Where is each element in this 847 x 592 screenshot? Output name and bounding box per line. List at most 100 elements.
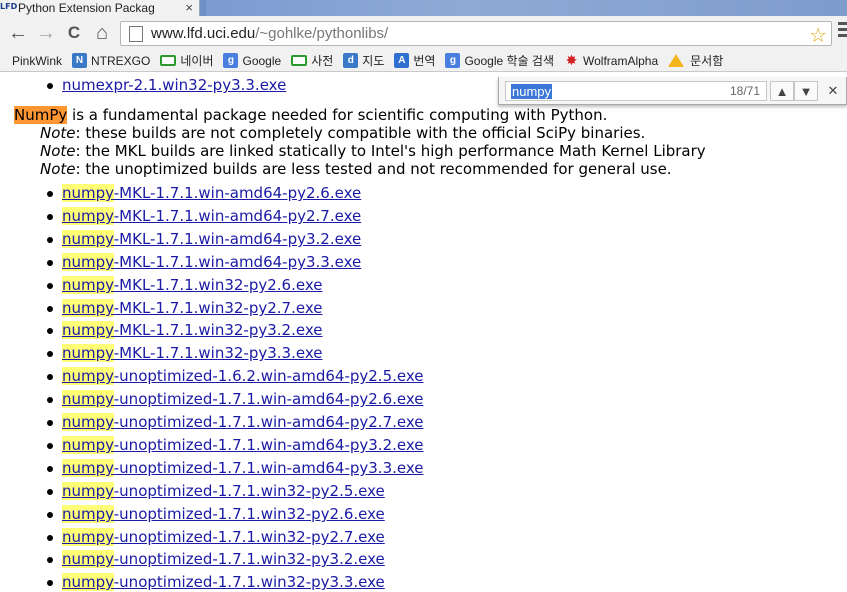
- reload-button[interactable]: C: [60, 19, 88, 47]
- find-bar: numpy 18/71 ▲ ▼ ✕: [498, 77, 847, 105]
- numpy-search-match-active: NumPy: [14, 106, 68, 124]
- bookmark-translate[interactable]: A 번역: [394, 52, 435, 69]
- tab-strip: LFD Python Extension Packag ×: [0, 0, 847, 16]
- url-host: www.lfd.uci.edu: [151, 25, 256, 42]
- download-link-numpy[interactable]: numpy-MKL-1.7.1.win32-py2.7.exe: [62, 299, 322, 317]
- link-filename-rest: -unoptimized-1.7.1.win32-py3.2.exe: [113, 550, 385, 568]
- list-bullet: [47, 489, 53, 495]
- list-bullet: [47, 466, 53, 472]
- note-label: Note: [40, 160, 76, 178]
- link-filename-rest: -MKL-1.7.1.win-amd64-py3.2.exe: [113, 230, 362, 248]
- download-link-numpy[interactable]: numpy-unoptimized-1.7.1.win32-py2.7.exe: [62, 528, 385, 546]
- download-link-numpy[interactable]: numpy-unoptimized-1.7.1.win32-py2.5.exe: [62, 482, 385, 500]
- find-previous-button[interactable]: ▲: [770, 81, 794, 101]
- find-input[interactable]: numpy 18/71: [505, 81, 767, 101]
- url-text[interactable]: www.lfd.uci.edu/~gohlke/pythonlibs/: [151, 25, 388, 42]
- bookmark-ntrexgo[interactable]: N NTREXGO: [72, 53, 150, 68]
- address-bar[interactable]: www.lfd.uci.edu/~gohlke/pythonlibs/ ☆: [120, 21, 832, 48]
- find-next-button[interactable]: ▼: [794, 81, 818, 101]
- link-filename-rest: -unoptimized-1.7.1.win-amd64-py2.6.exe: [113, 390, 424, 408]
- link-filename-rest: -MKL-1.7.1.win-amd64-py3.3.exe: [113, 253, 362, 271]
- forward-button[interactable]: →: [32, 19, 60, 47]
- download-link-numpy[interactable]: numpy-MKL-1.7.1.win32-py2.6.exe: [62, 276, 322, 294]
- download-link-numpy[interactable]: numpy-unoptimized-1.7.1.win32-py3.3.exe: [62, 573, 385, 591]
- list-bullet: [47, 191, 53, 197]
- download-link-numpy[interactable]: numpy-unoptimized-1.6.2.win-amd64-py2.5.…: [62, 367, 424, 385]
- search-match-highlight: numpy: [62, 184, 114, 202]
- download-link-numpy[interactable]: numpy-MKL-1.7.1.win32-py3.3.exe: [62, 344, 322, 362]
- list-bullet: [47, 83, 53, 89]
- search-match-highlight: numpy: [62, 436, 114, 454]
- search-match-highlight: numpy: [62, 344, 114, 362]
- download-link-numexpr[interactable]: numexpr-2.1.win32-py3.3.exe: [62, 76, 286, 94]
- tab-python-extension-packages[interactable]: LFD Python Extension Packag ×: [0, 0, 200, 16]
- bookmark-label: 문서함: [690, 54, 724, 68]
- search-match-highlight: numpy: [62, 367, 114, 385]
- list-bullet: [47, 260, 53, 266]
- note-label: Note: [40, 124, 76, 142]
- search-match-highlight: numpy: [62, 482, 114, 500]
- tab-close-icon[interactable]: ×: [185, 0, 193, 16]
- download-link-numpy[interactable]: numpy-unoptimized-1.7.1.win32-py2.6.exe: [62, 505, 385, 523]
- google-icon: g: [223, 53, 239, 68]
- map-icon: d: [343, 53, 359, 68]
- list-bullet: [47, 328, 53, 334]
- home-button[interactable]: ⌂: [88, 19, 116, 47]
- url-path: /~gohlke/pythonlibs/: [255, 25, 389, 42]
- tab-title: Python Extension Packag: [18, 1, 155, 15]
- back-button[interactable]: ←: [4, 19, 32, 47]
- download-link-numpy[interactable]: numpy-MKL-1.7.1.win-amd64-py2.6.exe: [62, 184, 361, 202]
- link-filename-rest: -unoptimized-1.7.1.win32-py2.5.exe: [113, 482, 385, 500]
- download-link-numpy[interactable]: numpy-unoptimized-1.7.1.win-amd64-py3.3.…: [62, 459, 424, 477]
- page-icon: [129, 25, 143, 42]
- list-bullet: [47, 443, 53, 449]
- link-filename-rest: -unoptimized-1.7.1.win32-py2.6.exe: [113, 505, 385, 523]
- list-bullet: [47, 374, 53, 380]
- note-text: : the MKL builds are linked statically t…: [75, 142, 706, 160]
- bookmark-label: Google: [242, 53, 282, 68]
- link-filename-rest: -MKL-1.7.1.win32-py2.7.exe: [113, 299, 323, 317]
- note-line: Note: the MKL builds are linked statical…: [40, 142, 706, 160]
- dictionary-icon: [291, 55, 308, 66]
- chrome-menu-icon[interactable]: [838, 22, 847, 40]
- download-link-numpy[interactable]: numpy-MKL-1.7.1.win32-py3.2.exe: [62, 321, 322, 339]
- naver-icon: [160, 55, 177, 66]
- bookmark-star-icon[interactable]: ☆: [809, 23, 827, 48]
- list-bullet: [47, 214, 53, 220]
- bookmark-label: 번역: [413, 54, 436, 68]
- download-link-numpy[interactable]: numpy-MKL-1.7.1.win-amd64-py3.3.exe: [62, 253, 361, 271]
- search-match-highlight: numpy: [62, 253, 114, 271]
- note-line: Note: these builds are not completely co…: [40, 124, 645, 142]
- bookmark-label: 네이버: [180, 54, 214, 68]
- find-close-button[interactable]: ✕: [821, 81, 845, 101]
- download-link-numpy[interactable]: numpy-unoptimized-1.7.1.win32-py3.2.exe: [62, 550, 385, 568]
- list-bullet: [47, 535, 53, 541]
- ntrexgo-icon: N: [72, 53, 88, 68]
- bookmark-drive[interactable]: 문서함: [668, 52, 723, 69]
- bookmark-wolframalpha[interactable]: ✸ WolframAlpha: [564, 52, 659, 68]
- download-link-numpy[interactable]: numpy-unoptimized-1.7.1.win-amd64-py3.2.…: [62, 436, 424, 454]
- translate-icon: A: [394, 53, 410, 68]
- bookmark-google[interactable]: g Google: [223, 53, 281, 68]
- list-bullet: [47, 351, 53, 357]
- download-link-numpy[interactable]: numpy-unoptimized-1.7.1.win-amd64-py2.7.…: [62, 413, 424, 431]
- list-bullet: [47, 397, 53, 403]
- list-bullet: [47, 306, 53, 312]
- note-line: Note: the unoptimized builds are less te…: [40, 160, 672, 178]
- numpy-description: NumPy is a fundamental package needed fo…: [14, 106, 607, 124]
- search-match-highlight: numpy: [62, 230, 114, 248]
- search-match-highlight: numpy: [62, 413, 114, 431]
- bookmark-google-scholar[interactable]: g Google 학술 검색: [445, 52, 554, 69]
- link-filename-rest: -unoptimized-1.7.1.win-amd64-py2.7.exe: [113, 413, 424, 431]
- bookmark-map[interactable]: d 지도: [343, 52, 384, 69]
- download-link-numpy[interactable]: numpy-MKL-1.7.1.win-amd64-py3.2.exe: [62, 230, 361, 248]
- bookmark-dictionary[interactable]: 사전: [291, 52, 333, 69]
- search-match-highlight: numpy: [62, 207, 114, 225]
- bookmark-label: 지도: [362, 54, 385, 68]
- bookmark-naver[interactable]: 네이버: [160, 52, 213, 69]
- download-link-numpy[interactable]: numpy-unoptimized-1.7.1.win-amd64-py2.6.…: [62, 390, 424, 408]
- description-text: is a fundamental package needed for scie…: [67, 106, 608, 124]
- bookmark-pinkwink[interactable]: PinkWink: [12, 54, 62, 68]
- link-filename-rest: -MKL-1.7.1.win32-py2.6.exe: [113, 276, 323, 294]
- download-link-numpy[interactable]: numpy-MKL-1.7.1.win-amd64-py2.7.exe: [62, 207, 361, 225]
